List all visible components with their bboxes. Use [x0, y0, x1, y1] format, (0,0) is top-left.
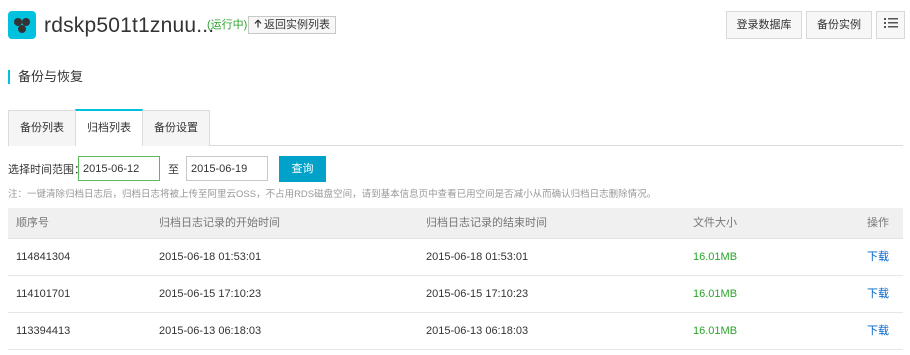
status-badge: (运行中)	[207, 19, 248, 31]
back-to-instance-list-button[interactable]: 返回实例列表	[248, 16, 336, 34]
to-label: 至	[168, 164, 179, 176]
cell-seq: 114841304	[16, 251, 71, 263]
cell-start-time: 2015-06-13 06:18:03	[159, 325, 262, 337]
header-file-size: 文件大小	[693, 217, 737, 229]
cell-start-time: 2015-06-15 17:10:23	[159, 288, 262, 300]
table-row: 114841304 2015-06-18 01:53:01 2015-06-18…	[8, 239, 903, 276]
header-seq: 顺序号	[16, 217, 49, 229]
end-date-input[interactable]	[186, 156, 268, 181]
cell-seq: 113394413	[16, 325, 71, 337]
note-text: 注：一键清除归档日志后，归档日志将被上传至阿里云OSS，不占用RDS磁盘空间，请…	[8, 189, 657, 200]
tab-archive-list[interactable]: 归档列表	[75, 109, 143, 146]
table-header: 顺序号 归档日志记录的开始时间 归档日志记录的结束时间 文件大小 操作	[8, 208, 903, 239]
cell-file-size: 16.01MB	[693, 251, 738, 263]
cell-seq: 114101701	[16, 288, 71, 300]
instance-name: rdskp501t1znuu...	[44, 14, 215, 37]
start-date-input[interactable]	[78, 156, 160, 181]
tab-backup-list[interactable]: 备份列表	[8, 110, 76, 146]
cell-file-size: 16.01MB	[693, 325, 738, 337]
back-button-label: 返回实例列表	[264, 19, 330, 31]
list-menu-icon	[883, 12, 898, 38]
download-link[interactable]: 下载	[867, 276, 889, 312]
cell-end-time: 2015-06-15 17:10:23	[426, 288, 529, 300]
menu-button[interactable]	[876, 11, 905, 39]
arrow-up-icon	[254, 17, 262, 33]
cell-end-time: 2015-06-13 06:18:03	[426, 325, 529, 337]
query-button[interactable]: 查询	[279, 156, 326, 182]
archive-table: 顺序号 归档日志记录的开始时间 归档日志记录的结束时间 文件大小 操作 1148…	[8, 208, 903, 350]
time-range-label: 选择时间范围：	[8, 164, 85, 176]
section-title-bar	[8, 70, 10, 84]
table-row: 114101701 2015-06-15 17:10:23 2015-06-15…	[8, 276, 903, 313]
cell-start-time: 2015-06-18 01:53:01	[159, 251, 262, 263]
header-end-time: 归档日志记录的结束时间	[426, 217, 547, 229]
login-database-button[interactable]: 登录数据库	[726, 11, 802, 39]
header-start-time: 归档日志记录的开始时间	[159, 217, 280, 229]
header-action: 操作	[867, 217, 889, 229]
page-title: 备份与恢复	[18, 69, 84, 84]
download-link[interactable]: 下载	[867, 239, 889, 275]
table-row: 113394413 2015-06-13 06:18:03 2015-06-13…	[8, 313, 903, 350]
rds-logo-icon	[8, 11, 36, 39]
cell-end-time: 2015-06-18 01:53:01	[426, 251, 529, 263]
backup-instance-button[interactable]: 备份实例	[806, 11, 872, 39]
cell-file-size: 16.01MB	[693, 288, 738, 300]
tab-backup-settings[interactable]: 备份设置	[142, 110, 210, 146]
download-link[interactable]: 下载	[867, 313, 889, 349]
